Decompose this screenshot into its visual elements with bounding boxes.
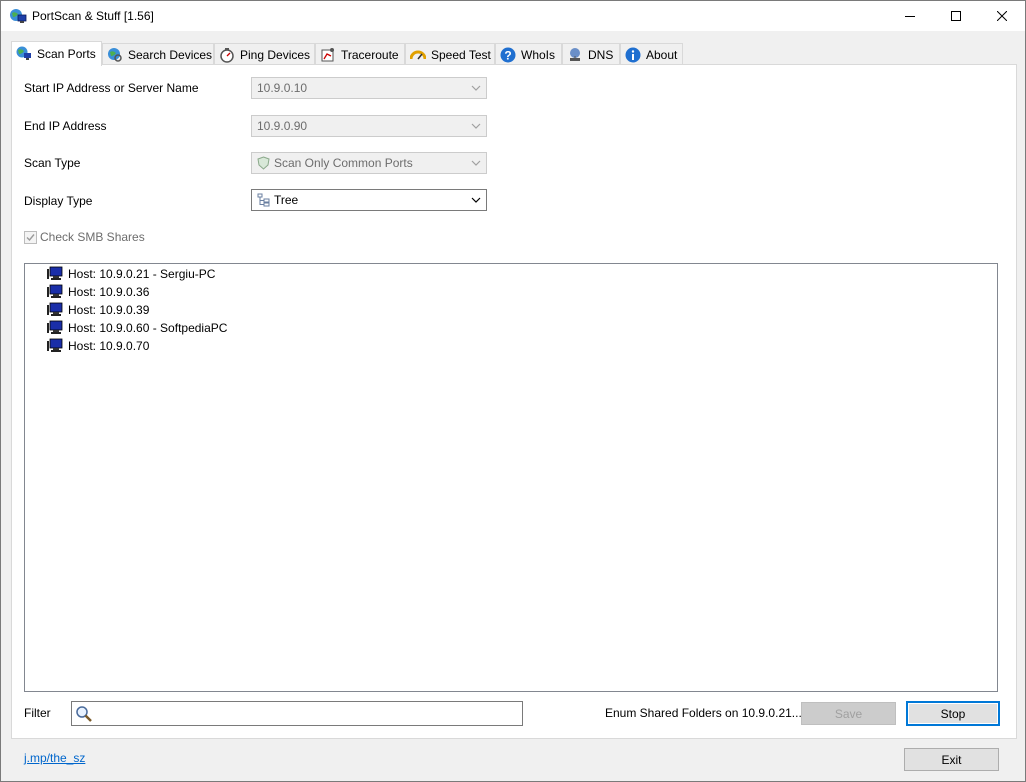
shield-icon bbox=[257, 156, 270, 170]
computer-icon bbox=[47, 302, 63, 316]
globe-search-icon bbox=[108, 47, 122, 62]
scan-type-label: Scan Type bbox=[24, 156, 81, 170]
checkmark-icon bbox=[26, 233, 35, 241]
tab-scan-ports[interactable]: Scan Ports bbox=[11, 41, 102, 66]
speedometer-icon bbox=[410, 50, 426, 59]
close-button[interactable] bbox=[979, 1, 1025, 31]
tab-label: DNS bbox=[588, 47, 614, 62]
dns-server-icon bbox=[570, 47, 580, 61]
info-icon bbox=[625, 47, 641, 62]
tree-item-label: Host: 10.9.0.36 bbox=[68, 285, 150, 299]
maximize-icon bbox=[951, 11, 961, 21]
tab-label: WhoIs bbox=[521, 47, 556, 62]
tab-search-devices[interactable]: Search Devices bbox=[102, 43, 214, 65]
filter-label: Filter bbox=[24, 706, 51, 720]
save-button[interactable]: Save bbox=[801, 702, 896, 725]
scan-ports-panel: Start IP Address or Server Name 10.9.0.1… bbox=[11, 64, 1017, 739]
tab-whois[interactable]: ? WhoIs bbox=[495, 43, 562, 65]
end-ip-label: End IP Address bbox=[24, 119, 107, 133]
end-ip-combo[interactable]: 10.9.0.90 bbox=[251, 115, 487, 137]
end-ip-value: 10.9.0.90 bbox=[257, 119, 308, 133]
exit-button[interactable]: Exit bbox=[904, 748, 999, 771]
tree-item-label: Host: 10.9.0.21 - Sergiu-PC bbox=[68, 267, 216, 281]
window-title: PortScan & Stuff [1.56] bbox=[32, 9, 154, 23]
start-ip-combo[interactable]: 10.9.0.10 bbox=[251, 77, 487, 99]
chevron-down-icon bbox=[471, 160, 481, 166]
question-icon: ? bbox=[500, 47, 516, 62]
computer-icon bbox=[47, 320, 63, 334]
tab-label: Traceroute bbox=[341, 47, 399, 62]
stopwatch-icon bbox=[220, 47, 234, 63]
results-tree[interactable]: Host: 10.9.0.21 - Sergiu-PC Host: 10.9.0… bbox=[24, 263, 998, 692]
scan-type-value: Scan Only Common Ports bbox=[274, 156, 413, 170]
computer-icon bbox=[47, 338, 63, 352]
check-smb-label: Check SMB Shares bbox=[40, 230, 145, 244]
tab-dns[interactable]: DNS bbox=[562, 43, 620, 65]
tree-view-icon bbox=[257, 193, 270, 207]
app-window: PortScan & Stuff [1.56] Scan Ports Searc… bbox=[0, 0, 1026, 782]
tree-item-host[interactable]: Host: 10.9.0.39 bbox=[47, 301, 149, 319]
check-smb-checkbox[interactable] bbox=[24, 230, 37, 244]
minimize-icon bbox=[905, 16, 915, 17]
status-text: Enum Shared Folders on 10.9.0.21... bbox=[605, 706, 802, 720]
display-type-combo[interactable]: Tree bbox=[251, 189, 487, 211]
maximize-button[interactable] bbox=[933, 1, 979, 31]
minimize-button[interactable] bbox=[887, 1, 933, 31]
filter-field[interactable] bbox=[71, 701, 523, 726]
stop-button[interactable]: Stop bbox=[906, 701, 1000, 726]
tab-traceroute[interactable]: Traceroute bbox=[315, 43, 405, 65]
tab-speed-test[interactable]: Speed Test bbox=[405, 43, 495, 65]
search-icon bbox=[76, 706, 92, 722]
tab-label: Speed Test bbox=[431, 47, 491, 62]
chevron-down-icon bbox=[471, 85, 481, 91]
start-ip-value: 10.9.0.10 bbox=[257, 81, 308, 95]
tree-item-host[interactable]: Host: 10.9.0.70 bbox=[47, 337, 149, 355]
computer-icon bbox=[47, 284, 63, 298]
filter-input[interactable] bbox=[96, 704, 520, 723]
check-smb-shares[interactable]: Check SMB Shares bbox=[24, 230, 145, 244]
tab-label: Scan Ports bbox=[37, 47, 96, 61]
title-bar: PortScan & Stuff [1.56] bbox=[1, 1, 1025, 31]
route-icon bbox=[321, 47, 334, 61]
start-ip-label: Start IP Address or Server Name bbox=[24, 81, 199, 95]
svg-text:?: ? bbox=[504, 48, 511, 62]
computer-icon bbox=[47, 266, 63, 280]
tab-label: Ping Devices bbox=[240, 47, 311, 62]
tab-ping-devices[interactable]: Ping Devices bbox=[214, 43, 315, 65]
chevron-down-icon bbox=[471, 197, 481, 203]
app-icon bbox=[10, 9, 27, 23]
tree-item-label: Host: 10.9.0.70 bbox=[68, 339, 150, 353]
tab-label: Search Devices bbox=[128, 47, 213, 62]
tree-item-host[interactable]: Host: 10.9.0.36 bbox=[47, 283, 149, 301]
display-type-label: Display Type bbox=[24, 194, 93, 208]
chevron-down-icon bbox=[471, 123, 481, 129]
tab-about[interactable]: About bbox=[620, 43, 683, 65]
tab-strip: Scan Ports Search Devices Ping Devices T… bbox=[11, 41, 1017, 66]
display-type-value: Tree bbox=[274, 193, 299, 207]
tree-item-label: Host: 10.9.0.60 - SoftpediaPC bbox=[68, 321, 228, 335]
tree-item-label: Host: 10.9.0.39 bbox=[68, 303, 150, 317]
close-icon bbox=[997, 11, 1007, 21]
tab-label: About bbox=[646, 47, 678, 62]
website-link[interactable]: j.mp/the_sz bbox=[24, 751, 85, 765]
tree-item-host[interactable]: Host: 10.9.0.60 - SoftpediaPC bbox=[47, 319, 227, 337]
globe-network-icon bbox=[16, 46, 31, 60]
scan-type-combo[interactable]: Scan Only Common Ports bbox=[251, 152, 487, 174]
tree-item-host[interactable]: Host: 10.9.0.21 - Sergiu-PC bbox=[47, 265, 215, 283]
